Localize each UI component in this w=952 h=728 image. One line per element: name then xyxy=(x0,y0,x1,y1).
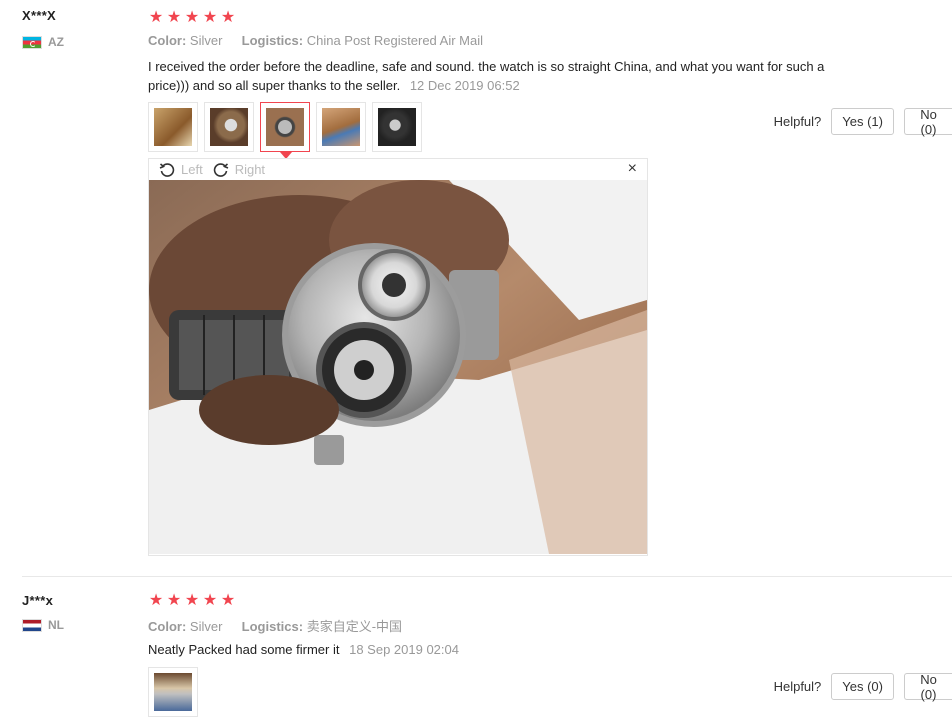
country-code: NL xyxy=(48,618,64,632)
review-photos xyxy=(148,667,198,717)
logistics-value: 卖家自定义-中国 xyxy=(306,619,403,634)
review-body: Neatly Packed had some firmer it xyxy=(148,642,340,657)
star-icon: ★ xyxy=(184,9,200,26)
country-code: AZ xyxy=(48,35,64,49)
order-info: Color: Silver Logistics: China Post Regi… xyxy=(148,33,483,48)
star-icon: ★ xyxy=(184,592,200,609)
helpful-voting: Helpful? Yes (1) No (0) xyxy=(773,107,952,137)
watch-photo xyxy=(149,180,647,554)
reviewer-name: X***X xyxy=(22,8,57,23)
rotate-left-button[interactable]: Left xyxy=(159,162,203,178)
color-label: Color: xyxy=(148,619,187,634)
helpful-yes-button[interactable]: Yes (0) xyxy=(831,673,894,700)
star-icon: ★ xyxy=(148,592,164,609)
color-value: Silver xyxy=(189,619,223,634)
color-label: Color: xyxy=(148,33,187,48)
helpful-label: Helpful? xyxy=(773,114,822,129)
review-photos xyxy=(148,102,422,159)
reviewer-country: NL xyxy=(22,618,64,632)
rotate-left-icon xyxy=(159,162,175,177)
logistics-value: China Post Registered Air Mail xyxy=(306,33,484,48)
review-item: X***X AZ ★ ★ ★ ★ ★ Color: Silver Logisti… xyxy=(0,0,952,576)
photo-thumbnail[interactable] xyxy=(148,667,198,717)
helpful-no-button[interactable]: No (0) xyxy=(904,672,952,702)
star-icon: ★ xyxy=(202,592,218,609)
review-item: J***x NL ★ ★ ★ ★ ★ Color: Silver Logisti… xyxy=(0,577,952,728)
photo-viewer: Left Right × xyxy=(148,158,648,556)
rotate-right-label: Right xyxy=(234,162,266,177)
reviewer-name: J***x xyxy=(22,593,54,608)
review-date: 12 Dec 2019 06:52 xyxy=(409,78,520,93)
star-icon: ★ xyxy=(148,9,164,26)
star-icon: ★ xyxy=(220,592,236,609)
order-info: Color: Silver Logistics: 卖家自定义-中国 xyxy=(148,616,402,635)
photo-thumbnail[interactable] xyxy=(316,102,366,152)
star-rating: ★ ★ ★ ★ ★ xyxy=(148,10,236,26)
logistics-label: Logistics: xyxy=(241,619,304,634)
photo-thumbnail[interactable] xyxy=(148,102,198,152)
logistics-label: Logistics: xyxy=(241,33,304,48)
photo-viewer-toolbar: Left Right × xyxy=(149,159,647,180)
star-icon: ★ xyxy=(202,9,218,26)
close-icon[interactable]: × xyxy=(628,161,637,177)
star-icon: ★ xyxy=(166,9,182,26)
helpful-label: Helpful? xyxy=(773,679,822,694)
reviewer-country: AZ xyxy=(22,35,64,49)
rotate-right-button[interactable]: Right xyxy=(213,162,265,178)
review-photo-large xyxy=(149,180,647,554)
photo-thumbnail[interactable] xyxy=(204,102,254,152)
photo-thumbnail[interactable] xyxy=(372,102,422,152)
color-value: Silver xyxy=(189,33,223,48)
review-date: 18 Sep 2019 02:04 xyxy=(349,642,459,657)
rotate-left-label: Left xyxy=(181,162,203,177)
star-icon: ★ xyxy=(220,9,236,26)
star-icon: ★ xyxy=(166,592,182,609)
star-rating: ★ ★ ★ ★ ★ xyxy=(148,593,236,609)
helpful-yes-button[interactable]: Yes (1) xyxy=(831,108,894,135)
helpful-no-button[interactable]: No (0) xyxy=(904,107,952,137)
photo-thumbnail-active[interactable] xyxy=(260,102,310,159)
rotate-right-icon xyxy=(213,162,229,177)
helpful-voting: Helpful? Yes (0) No (0) xyxy=(773,672,952,702)
flag-icon xyxy=(22,35,42,49)
flag-icon xyxy=(22,618,42,632)
review-text: Neatly Packed had some firmer it 18 Sep … xyxy=(148,640,868,659)
review-text: I received the order before the deadline… xyxy=(148,57,868,95)
